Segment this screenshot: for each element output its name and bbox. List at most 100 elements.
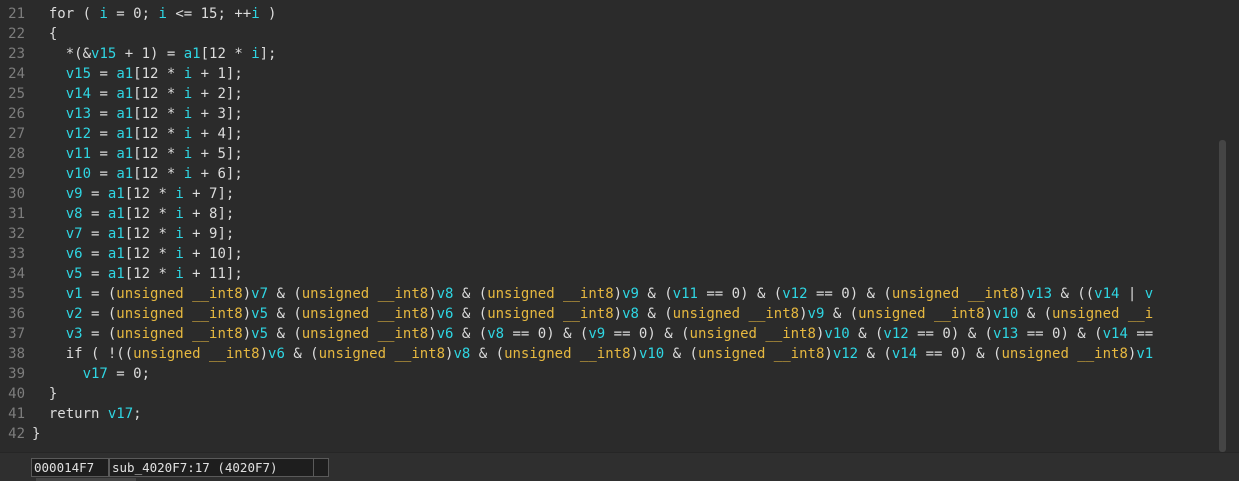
code-line[interactable]: 35 v1 = (unsigned __int8)v7 & (unsigned … xyxy=(0,284,1228,304)
identifier-token[interactable]: v3 xyxy=(66,326,83,342)
identifier-token[interactable]: i xyxy=(175,206,183,222)
code-text[interactable]: v15 = a1[12 * i + 1]; xyxy=(32,64,243,84)
identifier-token[interactable]: v10 xyxy=(993,306,1018,322)
identifier-token[interactable]: a1 xyxy=(108,246,125,262)
identifier-token[interactable]: v12 xyxy=(833,346,858,362)
identifier-token[interactable]: i xyxy=(99,6,107,22)
identifier-token[interactable]: i xyxy=(184,146,192,162)
code-line[interactable]: 28 v11 = a1[12 * i + 5]; xyxy=(0,144,1228,164)
identifier-token[interactable]: a1 xyxy=(116,86,133,102)
code-text[interactable]: } xyxy=(32,424,40,444)
code-line[interactable]: 41 return v17; xyxy=(0,404,1228,424)
code-line[interactable]: 34 v5 = a1[12 * i + 11]; xyxy=(0,264,1228,284)
code-line[interactable]: 26 v13 = a1[12 * i + 3]; xyxy=(0,104,1228,124)
identifier-token[interactable]: i xyxy=(184,106,192,122)
identifier-token[interactable]: a1 xyxy=(116,126,133,142)
code-line[interactable]: 37 v3 = (unsigned __int8)v5 & (unsigned … xyxy=(0,324,1228,344)
identifier-token[interactable]: v13 xyxy=(993,326,1018,342)
code-text[interactable]: v7 = a1[12 * i + 9]; xyxy=(32,224,235,244)
identifier-token[interactable]: v12 xyxy=(782,286,807,302)
identifier-token[interactable]: v8 xyxy=(487,326,504,342)
identifier-token[interactable]: v xyxy=(1145,286,1153,302)
code-text[interactable]: return v17; xyxy=(32,404,142,424)
code-text[interactable]: for ( i = 0; i <= 15; ++i ) xyxy=(32,4,277,24)
identifier-token[interactable]: v6 xyxy=(437,326,454,342)
scrollbar-thumb[interactable] xyxy=(1219,140,1226,452)
code-text[interactable]: } xyxy=(32,384,57,404)
code-line[interactable]: 30 v9 = a1[12 * i + 7]; xyxy=(0,184,1228,204)
identifier-token[interactable]: v1 xyxy=(66,286,83,302)
identifier-token[interactable]: a1 xyxy=(108,206,125,222)
identifier-token[interactable]: v8 xyxy=(453,346,470,362)
code-line[interactable]: 42} xyxy=(0,424,1228,444)
code-text[interactable]: { xyxy=(32,24,57,44)
identifier-token[interactable]: v5 xyxy=(251,306,268,322)
identifier-token[interactable]: v10 xyxy=(824,326,849,342)
identifier-token[interactable]: v15 xyxy=(91,46,116,62)
code-line[interactable]: 25 v14 = a1[12 * i + 2]; xyxy=(0,84,1228,104)
code-text[interactable]: v11 = a1[12 * i + 5]; xyxy=(32,144,243,164)
identifier-token[interactable]: a1 xyxy=(116,106,133,122)
code-line[interactable]: 36 v2 = (unsigned __int8)v5 & (unsigned … xyxy=(0,304,1228,324)
code-line[interactable]: 27 v12 = a1[12 * i + 4]; xyxy=(0,124,1228,144)
identifier-token[interactable]: v10 xyxy=(639,346,664,362)
identifier-token[interactable]: v5 xyxy=(251,326,268,342)
code-line[interactable]: 40 } xyxy=(0,384,1228,404)
identifier-token[interactable]: i xyxy=(184,126,192,142)
identifier-token[interactable]: a1 xyxy=(184,46,201,62)
code-line[interactable]: 24 v15 = a1[12 * i + 1]; xyxy=(0,64,1228,84)
identifier-token[interactable]: a1 xyxy=(108,186,125,202)
identifier-token[interactable]: v8 xyxy=(437,286,454,302)
identifier-token[interactable]: v6 xyxy=(437,306,454,322)
identifier-token[interactable]: v17 xyxy=(83,366,108,382)
identifier-token[interactable]: v6 xyxy=(66,246,83,262)
identifier-token[interactable]: v11 xyxy=(673,286,698,302)
code-text[interactable]: v12 = a1[12 * i + 4]; xyxy=(32,124,243,144)
identifier-token[interactable]: a1 xyxy=(116,66,133,82)
identifier-token[interactable]: i xyxy=(251,46,259,62)
identifier-token[interactable]: i xyxy=(184,166,192,182)
identifier-token[interactable]: i xyxy=(175,186,183,202)
identifier-token[interactable]: v13 xyxy=(1027,286,1052,302)
code-text[interactable]: v14 = a1[12 * i + 2]; xyxy=(32,84,243,104)
identifier-token[interactable]: a1 xyxy=(116,146,133,162)
identifier-token[interactable]: v14 xyxy=(892,346,917,362)
code-line[interactable]: 31 v8 = a1[12 * i + 8]; xyxy=(0,204,1228,224)
identifier-token[interactable]: v6 xyxy=(268,346,285,362)
identifier-token[interactable]: v9 xyxy=(66,186,83,202)
identifier-token[interactable]: v12 xyxy=(66,126,91,142)
identifier-token[interactable]: v7 xyxy=(251,286,268,302)
code-line[interactable]: 39 v17 = 0; xyxy=(0,364,1228,384)
identifier-token[interactable]: v15 xyxy=(66,66,91,82)
pseudocode-editor[interactable]: 21 for ( i = 0; i <= 15; ++i ) 22 {23 *(&… xyxy=(0,0,1228,452)
identifier-token[interactable]: a1 xyxy=(116,166,133,182)
identifier-token[interactable]: i xyxy=(251,6,259,22)
identifier-token[interactable]: a1 xyxy=(108,266,125,282)
code-text[interactable]: v9 = a1[12 * i + 7]; xyxy=(32,184,235,204)
identifier-token[interactable]: i xyxy=(175,246,183,262)
identifier-token[interactable]: v14 xyxy=(1094,286,1119,302)
identifier-token[interactable]: v9 xyxy=(588,326,605,342)
identifier-token[interactable]: a1 xyxy=(108,226,125,242)
identifier-token[interactable]: v14 xyxy=(1103,326,1128,342)
identifier-token[interactable]: v2 xyxy=(66,306,83,322)
code-text[interactable]: v17 = 0; xyxy=(32,364,150,384)
identifier-token[interactable]: v7 xyxy=(66,226,83,242)
code-text[interactable]: v5 = a1[12 * i + 11]; xyxy=(32,264,243,284)
vertical-scrollbar[interactable] xyxy=(1217,0,1228,452)
code-line[interactable]: 32 v7 = a1[12 * i + 9]; xyxy=(0,224,1228,244)
identifier-token[interactable]: v17 xyxy=(108,406,133,422)
identifier-token[interactable]: i xyxy=(175,266,183,282)
code-line[interactable]: 23 *(&v15 + 1) = a1[12 * i]; xyxy=(0,44,1228,64)
code-line[interactable]: 22 { xyxy=(0,24,1228,44)
identifier-token[interactable]: v5 xyxy=(66,266,83,282)
identifier-token[interactable]: v8 xyxy=(622,306,639,322)
code-text[interactable]: v2 = (unsigned __int8)v5 & (unsigned __i… xyxy=(32,304,1153,324)
identifier-token[interactable]: v9 xyxy=(808,306,825,322)
code-text[interactable]: v8 = a1[12 * i + 8]; xyxy=(32,204,235,224)
code-text[interactable]: *(&v15 + 1) = a1[12 * i]; xyxy=(32,44,277,64)
code-text[interactable]: v10 = a1[12 * i + 6]; xyxy=(32,164,243,184)
identifier-token[interactable]: v8 xyxy=(66,206,83,222)
identifier-token[interactable]: i xyxy=(184,66,192,82)
identifier-token[interactable]: i xyxy=(184,86,192,102)
